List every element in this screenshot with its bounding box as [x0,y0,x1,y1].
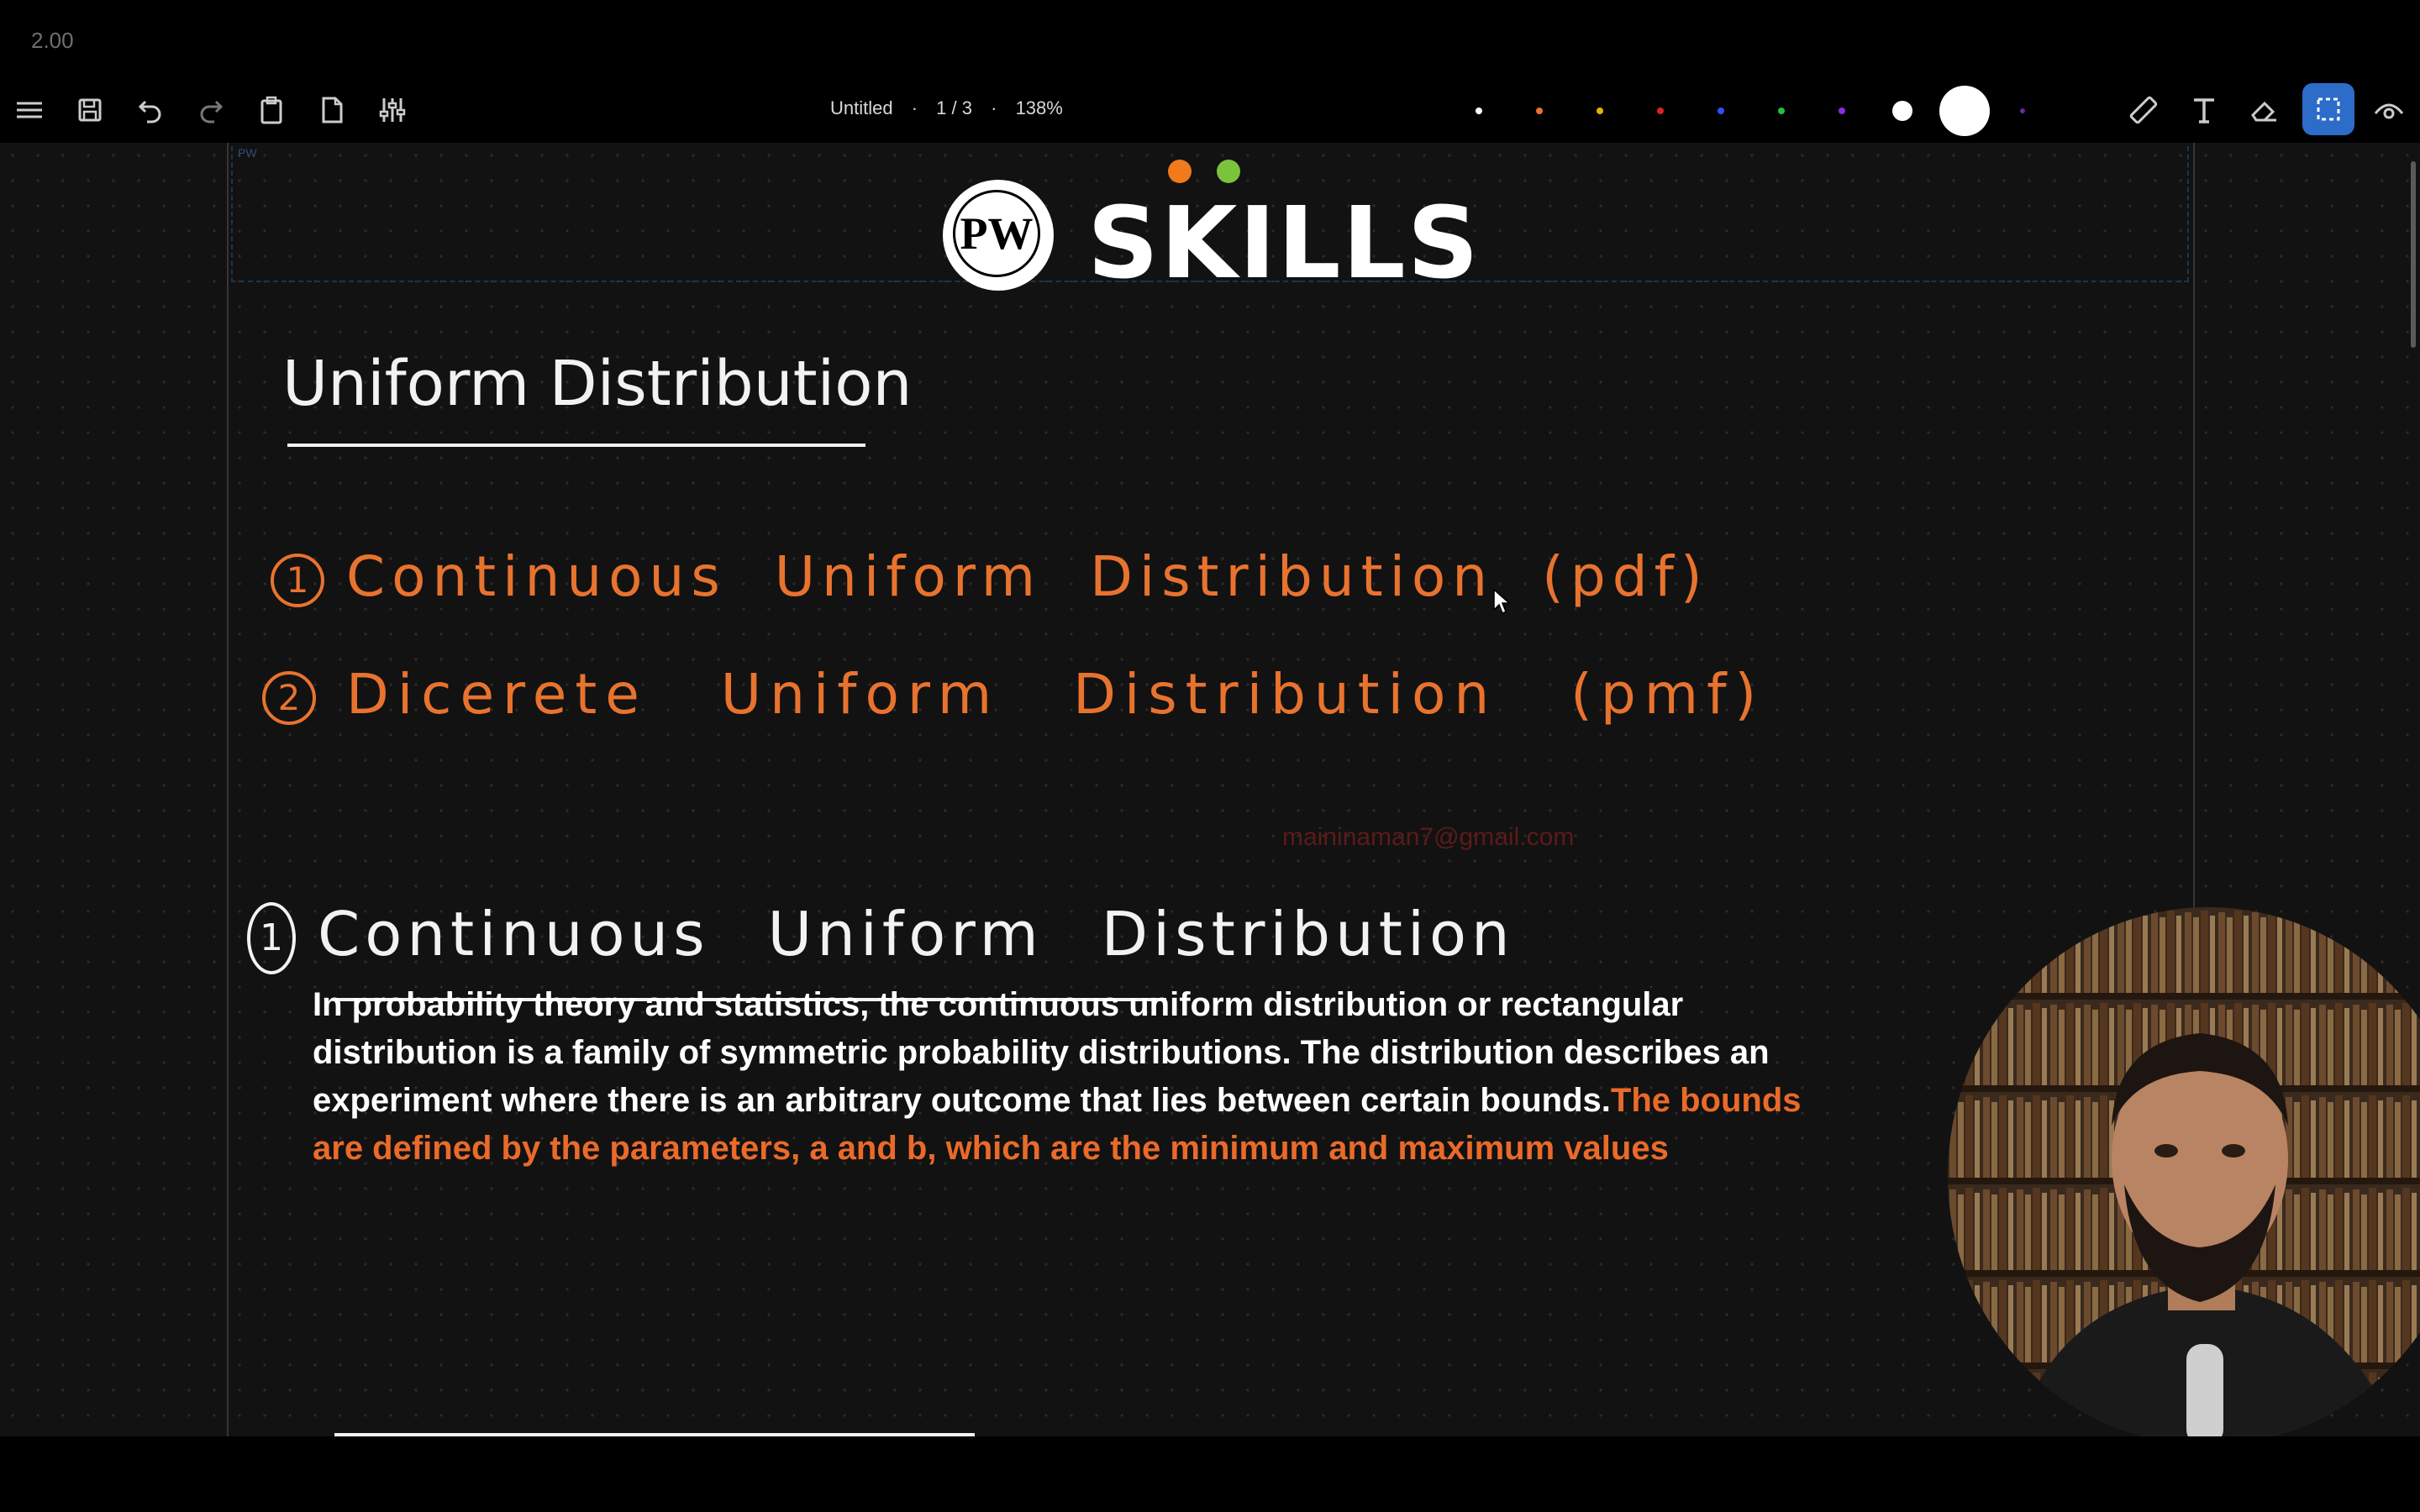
menu-icon[interactable] [10,91,49,129]
bottom-bar [0,1436,2420,1512]
list-number: 1 [271,553,324,607]
pw-skills-logo: PW SKILLS [939,160,1479,301]
pen-color-dark-purple[interactable] [2020,108,2025,113]
pen-color-green[interactable] [1778,108,1785,114]
save-icon[interactable] [71,91,109,129]
page-border [227,143,2195,1436]
vertical-scrollbar[interactable] [2411,161,2416,348]
settings-sliders-icon[interactable] [373,91,412,129]
logo-text: SKILLS [1087,185,1481,301]
page-indicator[interactable]: 1 / 3 [936,97,972,118]
ruler-icon[interactable] [2124,91,2163,129]
pen-color-purple[interactable] [1839,108,1845,114]
toolbar [0,84,2420,136]
app-version: 2.00 [31,28,74,53]
header-label: PW [238,146,257,160]
page-title: Uniform Distribution [282,348,913,420]
logo-emblem: PW [943,180,1054,291]
email-watermark: maininaman7@gmail.com [1282,823,1575,851]
separator: · [991,97,997,118]
pen-color-orange[interactable] [1536,108,1543,114]
new-page-icon[interactable] [313,91,351,129]
mouse-cursor-icon [1492,588,1511,619]
section-heading-text: Continuous Uniform Distribution [318,899,1515,969]
zoom-level[interactable]: 138% [1016,97,1063,118]
list-text: Dicerete Uniform Distribution (pmf) [346,662,1765,727]
logo-initials: PW [953,190,1040,277]
pen-color-blue[interactable] [1718,108,1724,114]
eraser-icon[interactable] [2245,91,2284,129]
redo-icon[interactable] [192,91,230,129]
selection-tool-icon[interactable] [2302,83,2354,135]
document-title[interactable]: Untitled [830,97,893,118]
undo-icon[interactable] [131,91,170,129]
logo-dot-orange [1168,160,1192,183]
separator: · [911,97,918,118]
logo-dot-green [1217,160,1240,183]
list-number: 2 [262,670,316,725]
view-eye-icon[interactable] [2370,91,2408,129]
section-number: 1 [247,902,296,975]
pen-color-red[interactable] [1657,108,1664,114]
section-heading: 1 Continuous Uniform Distribution [247,899,1515,975]
paragraph-text: In probability theory and statistics, th… [313,986,1770,1119]
text-tool-icon[interactable] [2185,91,2223,129]
stroke-size-large[interactable] [1939,86,1990,136]
pen-color-yellow[interactable] [1597,108,1603,114]
clipboard-icon[interactable] [252,91,291,129]
document-info: Untitled · 1 / 3 · 138% [830,97,1076,119]
pen-color-white[interactable] [1476,108,1482,114]
list-item: 2 Dicerete Uniform Distribution (pmf) [262,662,1765,727]
title-underline [287,444,865,447]
stroke-size-small[interactable] [1892,101,1912,121]
definition-paragraph: In probability theory and statistics, th… [313,981,1825,1173]
